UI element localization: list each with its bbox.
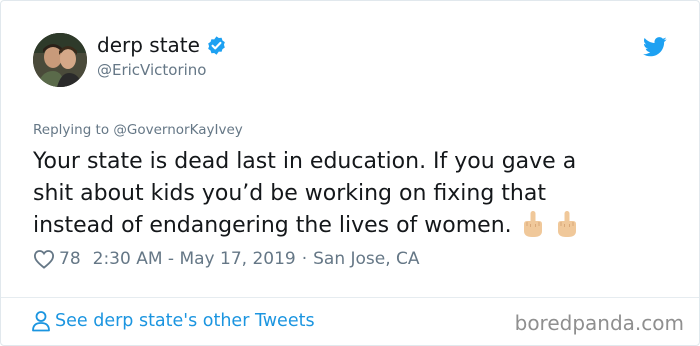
tweet-timestamp[interactable]: 2:30 AM - May 17, 2019 <box>93 249 296 269</box>
tweet-text-line-last: instead of endangering the lives of wome… <box>33 210 673 242</box>
tweet-text: Your state is dead last in education. If… <box>33 146 673 242</box>
avatar[interactable] <box>33 33 87 87</box>
tweet-text-last-words: instead of endangering the lives of wome… <box>33 213 512 238</box>
verified-badge-icon <box>208 35 225 55</box>
author-handle[interactable]: @EricVictorino <box>97 61 206 79</box>
avatar-photo <box>33 33 87 87</box>
tweet-location[interactable]: San Jose, CA <box>313 249 419 269</box>
boredpanda-watermark: boredpanda.com <box>514 311 684 335</box>
heart-outline-icon[interactable] <box>33 249 55 269</box>
like-count[interactable]: 78 <box>59 249 81 269</box>
middle-finger-emoji <box>523 211 542 237</box>
middle-finger-emoji <box>557 211 576 237</box>
card-divider <box>1 297 699 298</box>
display-name-text[interactable]: derp state <box>97 33 200 57</box>
twitter-bird-icon[interactable] <box>643 37 667 57</box>
tweet-text-line: shit about kids you’d be working on fixi… <box>33 181 546 206</box>
tweet-card: derp state @EricVictorino Replying to @G… <box>0 0 700 346</box>
see-other-tweets-link[interactable]: See derp state's other Tweets <box>31 310 315 332</box>
person-outline-icon <box>32 311 50 332</box>
see-other-tweets-label[interactable]: See derp state's other Tweets <box>55 311 315 331</box>
tweet-meta: 78 2:30 AM - May 17, 2019 · San Jose, CA <box>33 247 420 271</box>
author-display-name[interactable]: derp state <box>97 33 227 57</box>
meta-separator: · <box>301 249 308 269</box>
replying-to-text[interactable]: Replying to @GovernorKayIvey <box>33 122 243 138</box>
tweet-text-line: Your state is dead last in education. If… <box>33 149 577 174</box>
